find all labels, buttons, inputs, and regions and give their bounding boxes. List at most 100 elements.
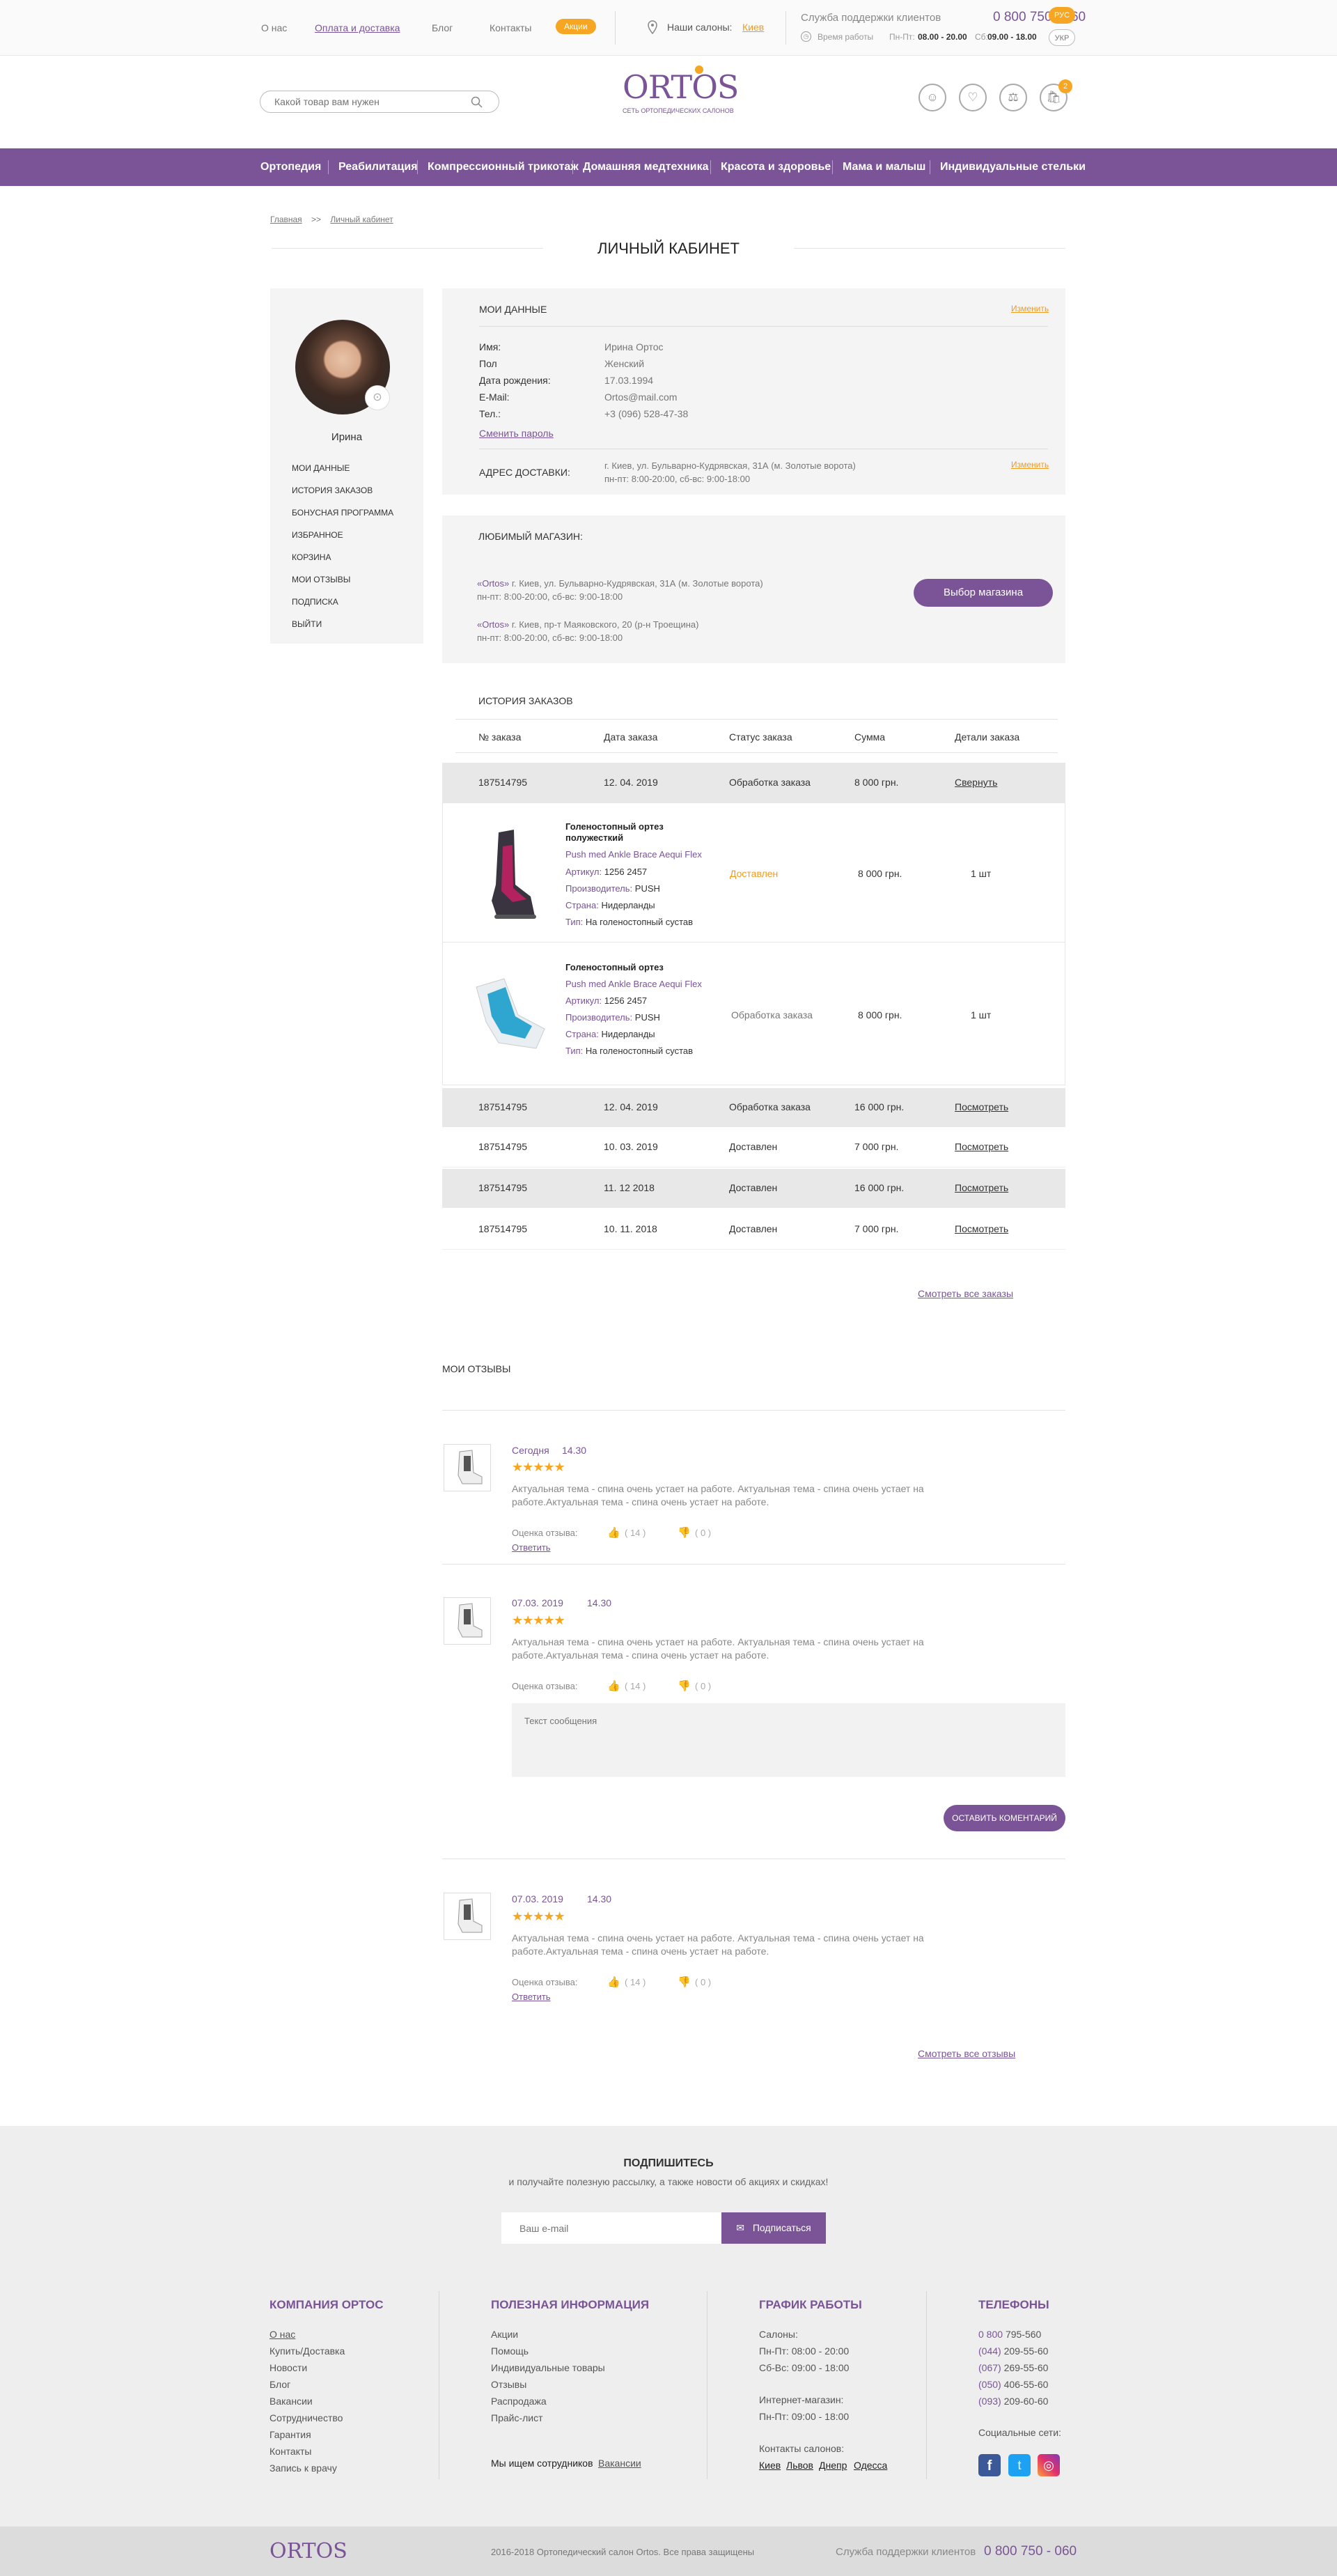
footer-link[interactable]: Помощь xyxy=(491,2345,529,2357)
camera-icon[interactable]: ⊙ xyxy=(365,385,390,410)
thumbs-down-icon[interactable]: 👎 xyxy=(678,1976,691,1988)
footer-link[interactable]: Индивидуальные товары xyxy=(491,2362,605,2373)
instagram-icon[interactable]: ◎ xyxy=(1038,2454,1060,2476)
sidebar-item-order-history[interactable]: ИСТОРИЯ ЗАКАЗОВ xyxy=(292,486,373,495)
product-attr: Артикул: 1256 2457 xyxy=(565,867,648,877)
rating-label: Оценка отзыва: xyxy=(512,1681,578,1691)
thumbs-up-icon[interactable]: 👍 xyxy=(607,1526,620,1539)
footer-link[interactable]: Распродажа xyxy=(491,2396,547,2407)
footer-link[interactable]: Вакансии xyxy=(269,2396,313,2407)
see-all-reviews-link[interactable]: Смотреть все отзывы xyxy=(918,2048,1015,2059)
choose-store-button[interactable]: Выбор магазина xyxy=(914,579,1053,607)
product-model-link[interactable]: Push med Ankle Brace Aequi Flex xyxy=(565,849,702,860)
account-icon[interactable]: ☺ xyxy=(918,84,946,111)
table-row[interactable]: 187514795 11. 12 2018 Доставлен 16 000 г… xyxy=(442,1169,1065,1208)
nav-item-compression[interactable]: Компрессионный трикотаж xyxy=(428,148,579,186)
table-row[interactable]: 187514795 12. 04. 2019 Обработка заказа … xyxy=(442,1088,1065,1127)
subscribe-email-input[interactable] xyxy=(501,2212,721,2244)
city-link-odesa[interactable]: Одесса xyxy=(854,2460,887,2471)
city-link-dnipro[interactable]: Днепр xyxy=(819,2460,847,2471)
sidebar-item-logout[interactable]: ВЫЙТИ xyxy=(292,619,322,629)
edit-my-data-link[interactable]: Изменить xyxy=(1011,304,1049,313)
footer-phone[interactable]: (044) 209-55-60 xyxy=(978,2345,1048,2357)
footer-phone[interactable]: (067) 269-55-60 xyxy=(978,2362,1048,2373)
view-order-link[interactable]: Посмотреть xyxy=(955,1141,1008,1152)
city-link-lviv[interactable]: Львов xyxy=(786,2460,813,2471)
thumbs-down-icon[interactable]: 👎 xyxy=(678,1679,691,1692)
facebook-icon[interactable]: f xyxy=(978,2454,1001,2476)
shop-hours: Пн-Пт: 09:00 - 18:00 xyxy=(759,2411,850,2422)
footer-phone[interactable]: 0 800 795-560 xyxy=(978,2329,1041,2340)
footer-link[interactable]: Запись к врачу xyxy=(269,2462,337,2474)
footer-link[interactable]: Прайс-лист xyxy=(491,2412,543,2423)
product-model-link[interactable]: Push med Ankle Brace Aequi Flex xyxy=(565,979,702,989)
view-order-link[interactable]: Посмотреть xyxy=(955,1101,1008,1112)
thumbs-up-icon[interactable]: 👍 xyxy=(607,1679,620,1692)
footer-link[interactable]: Отзывы xyxy=(491,2379,526,2390)
nav-item-rehab[interactable]: Реабилитация xyxy=(338,148,418,186)
footer-link[interactable]: О нас xyxy=(269,2329,295,2340)
heart-icon[interactable]: ♡ xyxy=(959,84,987,111)
leave-comment-button[interactable]: ОСТАВИТЬ КОМЕНТАРИЙ xyxy=(944,1805,1065,1831)
sidebar-item-subscription[interactable]: ПОДПИСКА xyxy=(292,597,338,607)
search-icon[interactable] xyxy=(471,96,483,108)
topbar-link-contacts[interactable]: Контакты xyxy=(490,22,531,33)
footer-phone[interactable]: (093) 209-60-60 xyxy=(978,2396,1048,2407)
change-password-link[interactable]: Сменить пароль xyxy=(479,428,554,439)
footer-phone[interactable]: (050) 406-55-60 xyxy=(978,2379,1048,2390)
vacancies-link[interactable]: Вакансии xyxy=(598,2458,641,2469)
footer-link[interactable]: Купить/Доставка xyxy=(269,2345,345,2357)
see-all-orders-link[interactable]: Смотреть все заказы xyxy=(918,1288,1013,1299)
nav-item-mom-baby[interactable]: Мама и малыш xyxy=(843,148,925,186)
footer-phones-title: ТЕЛЕФОНЫ xyxy=(978,2298,1049,2311)
city-link-kyiv[interactable]: Киев xyxy=(759,2460,781,2471)
comment-textarea[interactable] xyxy=(512,1703,1065,1777)
reply-link[interactable]: Ответить xyxy=(512,1992,551,2002)
edit-address-link[interactable]: Изменить xyxy=(1011,460,1049,470)
view-order-link[interactable]: Посмотреть xyxy=(955,1182,1008,1193)
thumbs-down-icon[interactable]: 👎 xyxy=(678,1526,691,1539)
table-row[interactable]: 187514795 12. 04. 2019 Обработка заказа … xyxy=(442,763,1065,803)
sidebar-item-bonus[interactable]: БОНУСНАЯ ПРОГРАММА xyxy=(292,508,393,518)
footer-link[interactable]: Акции xyxy=(491,2329,518,2340)
topbar-link-blog[interactable]: Блог xyxy=(432,22,453,33)
sidebar-item-cart[interactable]: КОРЗИНА xyxy=(292,552,331,562)
sidebar-item-favorites[interactable]: ИЗБРАННОЕ xyxy=(292,530,343,540)
logo[interactable]: ORTOS СЕТЬ ОРТОПЕДИЧЕСКИХ САЛОНОВ xyxy=(620,65,739,114)
address-title: АДРЕС ДОСТАВКИ: xyxy=(479,467,570,478)
table-row[interactable]: 187514795 10. 03. 2019 Доставлен 7 000 г… xyxy=(442,1127,1065,1167)
support-phone[interactable]: 0 800 750 - 060 xyxy=(984,2544,1077,2559)
order-sum: 16 000 грн. xyxy=(854,1101,905,1112)
footer-link[interactable]: Блог xyxy=(269,2379,290,2390)
topbar-link-about[interactable]: О нас xyxy=(261,22,287,33)
lang-ua[interactable]: УКР xyxy=(1049,29,1075,46)
footer-link[interactable]: Контакты xyxy=(269,2446,311,2457)
breadcrumb-home[interactable]: Главная xyxy=(270,215,302,224)
subscribe-subtitle: и получайте полезную рассылку, а также н… xyxy=(508,2176,829,2187)
search-box[interactable] xyxy=(260,91,499,113)
collapse-order-link[interactable]: Свернуть xyxy=(955,777,997,788)
footer-link[interactable]: Новости xyxy=(269,2362,307,2373)
thumbs-up-icon[interactable]: 👍 xyxy=(607,1976,620,1988)
breadcrumb-current[interactable]: Личный кабинет xyxy=(330,215,393,224)
topbar-link-payment[interactable]: Оплата и доставка xyxy=(315,22,400,33)
table-row[interactable]: 187514795 10. 11. 2018 Доставлен 7 000 г… xyxy=(442,1209,1065,1250)
nav-item-orthopedics[interactable]: Ортопедия xyxy=(260,148,321,186)
search-input[interactable] xyxy=(274,95,469,108)
nav-item-insoles[interactable]: Индивидуальные стельки xyxy=(940,148,1086,186)
view-order-link[interactable]: Посмотреть xyxy=(955,1223,1008,1234)
footer-link[interactable]: Гарантия xyxy=(269,2429,311,2440)
promo-pill[interactable]: Акции xyxy=(556,19,596,34)
reply-link[interactable]: Ответить xyxy=(512,1542,551,1553)
sidebar-item-reviews[interactable]: МОИ ОТЗЫВЫ xyxy=(292,575,350,584)
city-select[interactable]: Киев xyxy=(742,22,764,33)
compare-icon[interactable]: ⚖ xyxy=(999,84,1027,111)
subscribe-button[interactable]: ✉ Подписаться xyxy=(721,2212,826,2244)
twitter-icon[interactable]: t xyxy=(1008,2454,1031,2476)
sidebar-item-my-data[interactable]: МОИ ДАННЫЕ xyxy=(292,463,350,473)
footer-link[interactable]: Сотрудничество xyxy=(269,2412,343,2423)
footer-logo[interactable]: ORTOS xyxy=(269,2539,347,2563)
nav-item-home-medtech[interactable]: Домашняя медтехника xyxy=(583,148,709,186)
nav-item-beauty[interactable]: Красота и здоровье xyxy=(721,148,831,186)
lang-ru[interactable]: РУС xyxy=(1049,7,1075,24)
